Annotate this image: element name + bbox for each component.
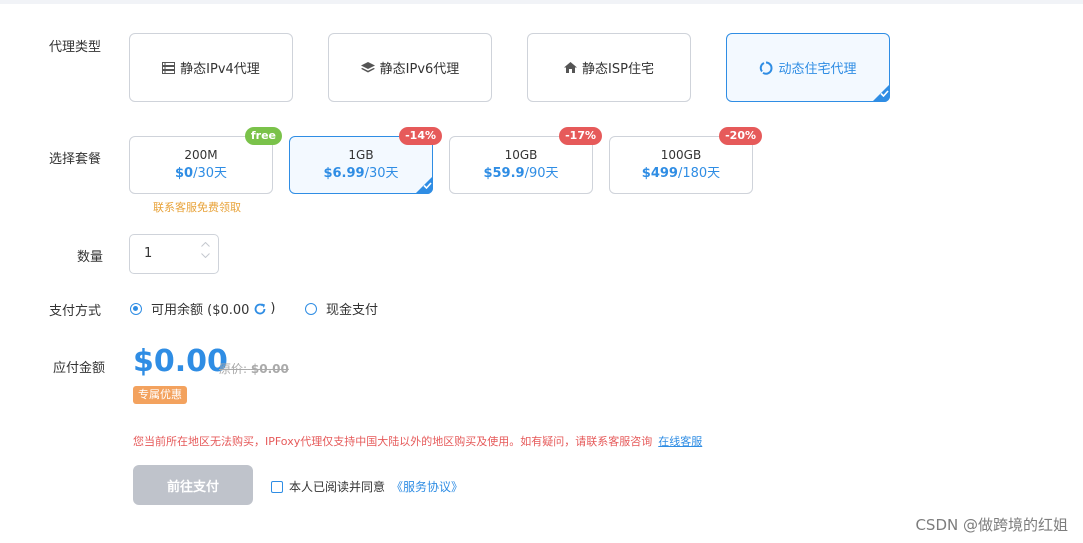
region-warning: 您当前所在地区无法购买，IPFoxy代理仅支持中国大陆以外的地区购买及使用。如有… [133,435,703,448]
package-10gb[interactable]: -17% 10GB $59.9/90天 [449,127,602,194]
package-price: $499/180天 [641,165,721,181]
package-price: $59.9/90天 [483,165,559,181]
exclusive-offer-tag: 专属优惠 [133,386,187,404]
agree-text: 本人已阅读并同意 [289,480,386,494]
package-100gb[interactable]: -20% 100GB $499/180天 [609,127,762,194]
package-size: 200M [184,147,218,162]
package-label: 选择套餐 [49,152,102,167]
radio-dot [305,302,317,315]
package-size: 100GB [660,147,702,162]
proxy-type-ipv6[interactable]: 静态IPv6代理 [328,33,492,102]
quantity-stepper[interactable]: 1 [129,234,219,274]
amount-label: 应付金额 [53,361,106,376]
quantity-label: 数量 [77,250,104,265]
discount-badge: -20% [719,127,762,145]
balance-label: 可用余额 ($0.00 [151,303,250,318]
proxy-type-label-text: 静态IPv4代理 [180,62,260,77]
radio-dot [130,302,142,315]
free-badge: free [244,127,282,145]
chevron-down-icon[interactable] [201,253,210,258]
balance-suffix: ) [270,301,276,316]
proxy-type-dynamic[interactable]: 动态住宅代理 [726,33,890,102]
agree-checkbox[interactable] [271,480,283,493]
payment-label: 支付方式 [49,304,102,319]
chevron-up-icon[interactable] [201,242,210,247]
proxy-type-label: 代理类型 [49,40,102,55]
agreement: 本人已阅读并同意 《服务协议》 [271,478,463,495]
proxy-type-label-text: 静态IPv6代理 [379,62,460,77]
refresh-icon[interactable] [253,302,267,316]
proxy-type-label-text: 动态住宅代理 [778,62,857,77]
pay-button[interactable]: 前往支付 [133,465,253,505]
home-icon [564,62,578,73]
package-hint: 联系客服免费领取 [153,201,241,214]
service-agreement-link[interactable]: 《服务协议》 [391,478,463,495]
cash-label: 现金支付 [326,303,379,318]
package-price: $0/30天 [174,165,228,181]
original-price: 原价: $0.00 [219,362,289,376]
payment-balance-radio[interactable]: 可用余额 ($0.00 ) [130,299,276,318]
discount-badge: -14% [399,127,442,145]
selected-check-icon [872,84,890,102]
payment-cash-radio[interactable]: 现金支付 [305,299,378,318]
package-price: $6.99/30天 [323,165,399,181]
server-icon [162,61,176,74]
online-support-link[interactable]: 在线客服 [658,435,702,448]
amount-value: $0.00 [133,344,228,379]
package-1gb[interactable]: -14% 1GB $6.99/30天 [289,127,442,194]
watermark: CSDN @做跨境的红姐 [915,516,1068,534]
package-size: 10GB [504,147,538,162]
quantity-value: 1 [144,246,153,261]
package-size: 1GB [348,147,374,162]
selected-check-icon [415,176,433,194]
cycle-icon [759,61,773,75]
layers-icon [360,61,375,74]
top-divider [0,0,1083,4]
discount-badge: -17% [559,127,602,145]
package-200m[interactable]: free 200M $0/30天 [129,127,282,194]
proxy-type-isp[interactable]: 静态ISP住宅 [527,33,691,102]
proxy-type-label-text: 静态ISP住宅 [582,62,654,77]
proxy-type-ipv4[interactable]: 静态IPv4代理 [129,33,293,102]
